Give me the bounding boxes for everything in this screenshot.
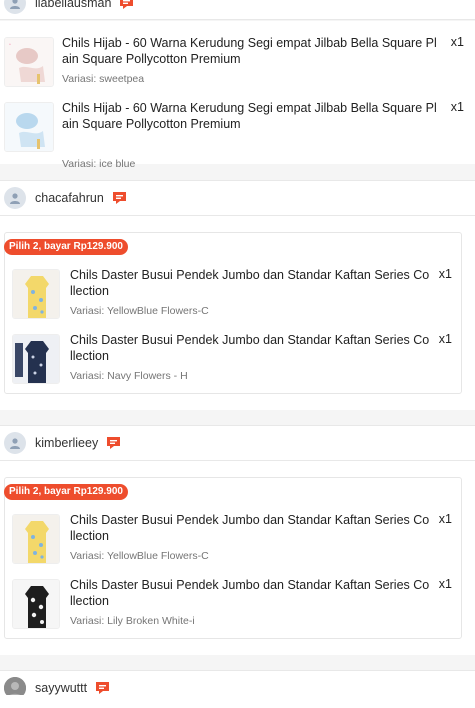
hijab-image (5, 103, 53, 151)
bottom-bar (0, 695, 475, 708)
username[interactable]: liabellausman (35, 0, 111, 10)
dress-image (13, 270, 59, 318)
order-group: Pilih 2, bayar Rp129.900 Chils Daster Bu… (0, 461, 475, 655)
product-row[interactable]: ▫ Chils Hijab - 60 Warna Kerudung Segi e… (4, 35, 470, 95)
user-icon (10, 0, 20, 9)
username[interactable]: kimberlieey (35, 436, 98, 450)
product-title[interactable]: Chils Daster Busui Pendek Jumbo dan Stan… (70, 267, 450, 299)
user-icon (10, 438, 20, 449)
product-quantity: x1 (438, 577, 452, 591)
order-group: ▫ Chils Hijab - 60 Warna Kerudung Segi e… (0, 21, 475, 170)
avatar (4, 0, 26, 14)
product-thumbnail[interactable]: ▫ (4, 37, 54, 87)
product-thumbnail[interactable] (12, 579, 60, 629)
product-title[interactable]: Chils Hijab - 60 Warna Kerudung Segi emp… (62, 35, 442, 67)
username[interactable]: sayywuttt (35, 681, 87, 695)
dress-image (13, 515, 59, 563)
product-variant: Variasi: Lily Broken White-i (70, 615, 195, 627)
seller-header[interactable]: kimberlieey (0, 425, 475, 461)
product-variant: Variasi: sweetpea (62, 73, 145, 85)
product-variant: Variasi: YellowBlue Flowers-C (70, 305, 209, 317)
bundle-badge[interactable]: Pilih 2, bayar Rp129.900 (4, 484, 128, 500)
product-row[interactable]: Chils Daster Busui Pendek Jumbo dan Stan… (12, 577, 458, 637)
avatar (4, 432, 26, 454)
product-row[interactable]: Chils Hijab - 60 Warna Kerudung Segi emp… (4, 100, 470, 170)
dress-image (13, 335, 59, 383)
user-icon (10, 193, 20, 204)
product-row[interactable]: Chils Daster Busui Pendek Jumbo dan Stan… (12, 332, 458, 392)
svg-text:▫: ▫ (9, 42, 11, 48)
chat-icon[interactable] (112, 191, 127, 205)
product-quantity: x1 (450, 100, 464, 114)
product-thumbnail[interactable] (4, 102, 54, 152)
product-quantity: x1 (450, 35, 464, 49)
hijab-image: ▫ (5, 38, 53, 86)
product-thumbnail[interactable] (12, 514, 60, 564)
chat-icon[interactable] (119, 0, 134, 10)
dress-image (13, 580, 59, 628)
chat-icon[interactable] (106, 436, 121, 450)
avatar (4, 187, 26, 209)
product-thumbnail[interactable] (12, 334, 60, 384)
seller-header[interactable]: liabellausman (0, 0, 475, 20)
username[interactable]: chacafahrun (35, 191, 104, 205)
product-quantity: x1 (438, 512, 452, 526)
product-variant: Variasi: ice blue (62, 158, 136, 170)
product-variant: Variasi: Navy Flowers - H (70, 370, 188, 382)
seller-header[interactable]: chacafahrun (0, 180, 475, 216)
product-quantity: x1 (438, 267, 452, 281)
product-quantity: x1 (438, 332, 452, 346)
chat-icon[interactable] (95, 681, 110, 695)
product-title[interactable]: Chils Daster Busui Pendek Jumbo dan Stan… (70, 512, 450, 544)
product-variant: Variasi: YellowBlue Flowers-C (70, 550, 209, 562)
order-group: Pilih 2, bayar Rp129.900 Chils Daster Bu… (0, 216, 475, 410)
product-row[interactable]: Chils Daster Busui Pendek Jumbo dan Stan… (12, 267, 458, 327)
product-title[interactable]: Chils Daster Busui Pendek Jumbo dan Stan… (70, 577, 450, 609)
product-thumbnail[interactable] (12, 269, 60, 319)
product-title[interactable]: Chils Hijab - 60 Warna Kerudung Segi emp… (62, 100, 442, 132)
bundle-badge[interactable]: Pilih 2, bayar Rp129.900 (4, 239, 128, 255)
product-title[interactable]: Chils Daster Busui Pendek Jumbo dan Stan… (70, 332, 450, 364)
product-row[interactable]: Chils Daster Busui Pendek Jumbo dan Stan… (12, 512, 458, 572)
